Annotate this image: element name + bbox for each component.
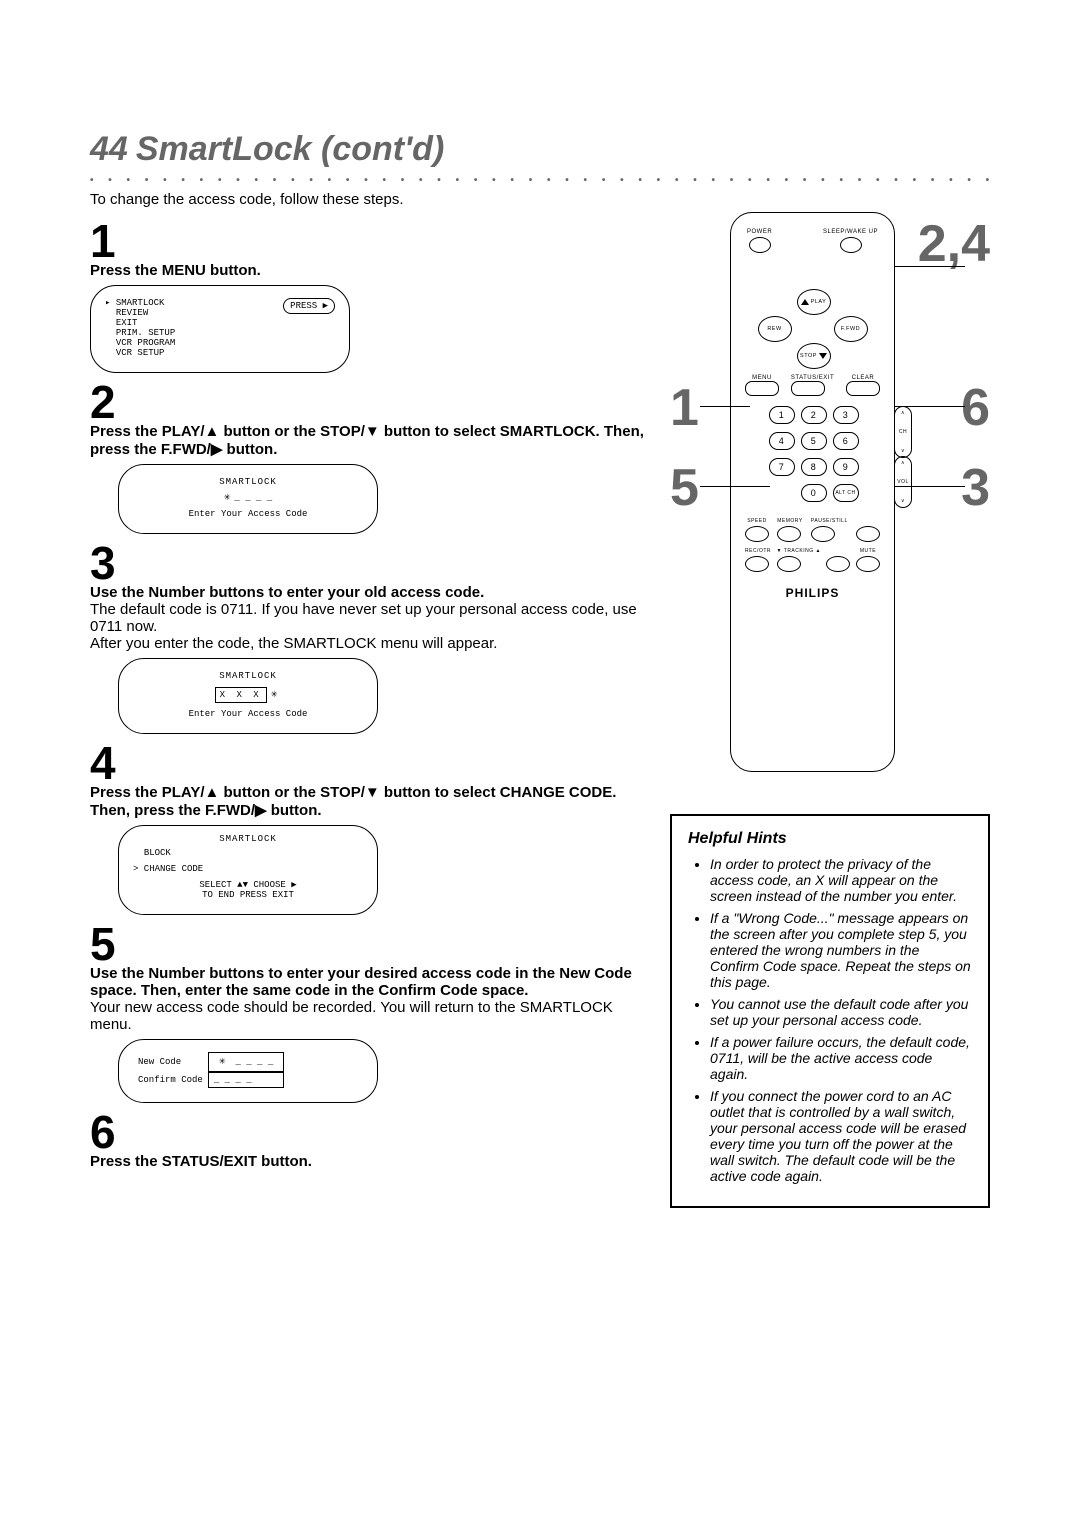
callout-5: 5	[670, 462, 699, 514]
pause-button[interactable]	[811, 526, 835, 542]
code-placeholder: _ _ _ _	[234, 493, 272, 503]
number-pad: 1 2 3 4 5 6 7 8 9 0 ALT CH ∧CH∨ ∧VOL∨	[741, 406, 884, 502]
osd-prompt: Enter Your Access Code	[133, 509, 363, 519]
osd-title: SMARTLOCK	[133, 477, 363, 487]
step-2-title: Press the PLAY/▲ button or the STOP/▼ bu…	[90, 423, 645, 458]
page-title: SmartLock (cont'd)	[136, 130, 444, 169]
dotted-rule: • • • • • • • • • • • • • • • • • • • • …	[90, 175, 990, 181]
step-1-title: Press the MENU button.	[90, 262, 645, 279]
transport-pad: PLAY REW F.FWD STOP	[758, 289, 868, 369]
code-box: X X X	[215, 687, 267, 703]
clear-button[interactable]	[846, 381, 880, 396]
num-7[interactable]: 7	[769, 458, 795, 476]
num-6[interactable]: 6	[833, 432, 859, 450]
hint-item: If a "Wrong Code..." message appears on …	[710, 910, 972, 990]
osd-item: PRIM. SETUP	[105, 328, 335, 338]
num-3[interactable]: 3	[833, 406, 859, 424]
power-label: POWER	[747, 229, 772, 235]
step-5-body: Your new access code should be recorded.…	[90, 999, 645, 1033]
status-exit-button[interactable]	[791, 381, 825, 396]
osd-title: SMARTLOCK	[133, 834, 363, 844]
clear-label: CLEAR	[852, 375, 875, 381]
hint-item: You cannot use the default code after yo…	[710, 996, 972, 1028]
step-5-number: 5	[90, 921, 645, 967]
confirm-code-label: Confirm Code	[133, 1072, 208, 1088]
num-5[interactable]: 5	[801, 432, 827, 450]
memory-button[interactable]	[777, 526, 801, 542]
mute-button[interactable]	[856, 556, 880, 572]
extra-button[interactable]	[856, 526, 880, 542]
tracking-down-button[interactable]	[777, 556, 801, 572]
page-number: 44	[90, 130, 128, 169]
step-3-number: 3	[90, 540, 645, 586]
callout-6: 6	[961, 382, 990, 434]
osd-item: VCR PROGRAM	[105, 338, 335, 348]
tracking-up-button[interactable]	[826, 556, 850, 572]
ch-rocker[interactable]: ∧CH∨	[894, 406, 912, 458]
osd-smartlock-menu: SMARTLOCK BLOCK > CHANGE CODE SELECT ▲▼ …	[118, 825, 378, 915]
vol-rocker[interactable]: ∧VOL∨	[894, 456, 912, 508]
callout-1: 1	[670, 382, 699, 434]
num-4[interactable]: 4	[769, 432, 795, 450]
callout-2-4: 2,4	[918, 218, 990, 270]
hint-item: If a power failure occurs, the default c…	[710, 1034, 972, 1082]
page-header: 44 SmartLock (cont'd)	[90, 130, 990, 169]
num-0[interactable]: 0	[801, 484, 827, 502]
step-1-number: 1	[90, 218, 645, 264]
stop-button[interactable]: STOP	[797, 343, 831, 369]
step-4-number: 4	[90, 740, 645, 786]
step-6-title: Press the STATUS/EXIT button.	[90, 1153, 645, 1170]
hints-title: Helpful Hints	[688, 830, 972, 848]
cursor-icon: ✳	[271, 690, 278, 700]
remote-body: POWER SLEEP/WAKE UP PLAY REW F.FWD STOP …	[730, 212, 895, 772]
ffwd-button[interactable]: F.FWD	[834, 316, 868, 342]
press-badge: PRESS ▶	[283, 298, 335, 314]
helpful-hints-box: Helpful Hints In order to protect the pr…	[670, 814, 990, 1208]
status-label: STATUS/EXIT	[791, 375, 834, 381]
rew-button[interactable]: REW	[758, 316, 792, 342]
hint-item: In order to protect the privacy of the a…	[710, 856, 972, 904]
num-2[interactable]: 2	[801, 406, 827, 424]
osd-title: SMARTLOCK	[133, 671, 363, 681]
menu-button[interactable]	[745, 381, 779, 396]
cursor-icon: ✳	[224, 493, 231, 503]
callout-3: 3	[961, 462, 990, 514]
play-button[interactable]: PLAY	[797, 289, 831, 315]
sleep-label: SLEEP/WAKE UP	[823, 229, 878, 235]
osd-footer: SELECT ▲▼ CHOOSE ▶	[133, 880, 363, 890]
step-6-number: 6	[90, 1109, 645, 1155]
power-button[interactable]	[749, 237, 771, 253]
osd-item: > CHANGE CODE	[133, 864, 363, 874]
osd-smartlock-entered: SMARTLOCK X X X ✳ Enter Your Access Code	[118, 658, 378, 734]
osd-prompt: Enter Your Access Code	[133, 709, 363, 719]
confirm-code-box: _ _ _ _	[208, 1072, 284, 1088]
remote-diagram: 2,4 1 5 6 3 POWER SLEEP/WAKE UP PLAY REW…	[670, 212, 990, 802]
step-2-number: 2	[90, 379, 645, 425]
intro-text: To change the access code, follow these …	[90, 191, 990, 208]
new-code-box: ✳_ _ _ _	[208, 1052, 284, 1072]
hint-item: If you connect the power cord to an AC o…	[710, 1088, 972, 1184]
new-code-label: New Code	[133, 1052, 208, 1072]
sleep-button[interactable]	[840, 237, 862, 253]
num-9[interactable]: 9	[833, 458, 859, 476]
osd-main-menu: PRESS ▶ ▸ SMARTLOCK REVIEW EXIT PRIM. SE…	[90, 285, 350, 373]
rec-button[interactable]	[745, 556, 769, 572]
brand-label: PHILIPS	[741, 586, 884, 600]
osd-item: BLOCK	[133, 848, 363, 858]
step-3-body-2: After you enter the code, the SMARTLOCK …	[90, 635, 645, 652]
speed-button[interactable]	[745, 526, 769, 542]
num-1[interactable]: 1	[769, 406, 795, 424]
osd-item: VCR SETUP	[105, 348, 335, 358]
menu-label: MENU	[752, 375, 772, 381]
osd-change-code: New Code ✳_ _ _ _ Confirm Code _ _ _ _	[118, 1039, 378, 1103]
step-3-title: Use the Number buttons to enter your old…	[90, 584, 645, 601]
osd-item: EXIT	[105, 318, 335, 328]
altch-button[interactable]: ALT CH	[833, 484, 859, 502]
step-3-body-1: The default code is 0711. If you have ne…	[90, 601, 645, 635]
osd-smartlock-enter: SMARTLOCK ✳_ _ _ _ Enter Your Access Cod…	[118, 464, 378, 534]
step-5-title: Use the Number buttons to enter your des…	[90, 965, 645, 999]
osd-footer: TO END PRESS EXIT	[133, 890, 363, 900]
num-8[interactable]: 8	[801, 458, 827, 476]
step-4-title: Press the PLAY/▲ button or the STOP/▼ bu…	[90, 784, 645, 819]
